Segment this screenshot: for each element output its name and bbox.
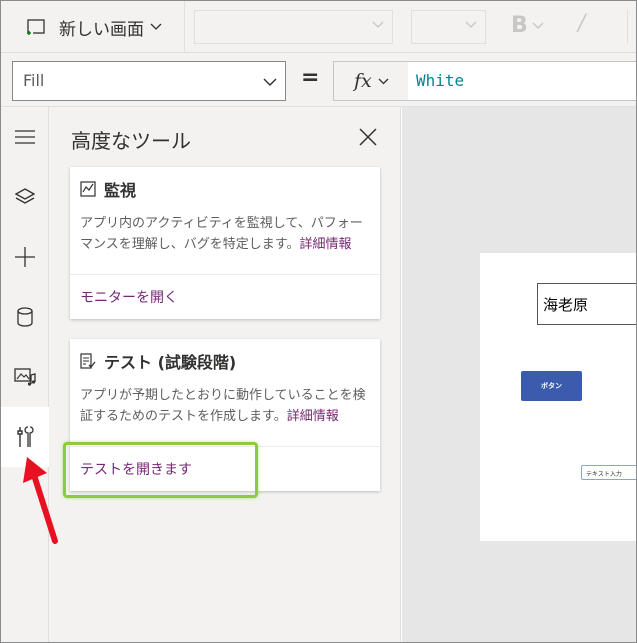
label-control[interactable]: 海老原 [537,283,636,325]
hamburger-menu-icon [15,130,35,144]
app-screen[interactable]: 海老原 ボタン テキスト入力 [480,253,636,541]
rail-item-tree-view[interactable] [1,167,49,227]
new-screen-button[interactable]: 新しい画面 [27,13,162,41]
red-arrow-icon [23,457,58,544]
chevron-down-icon [372,21,384,28]
chevron-down-icon [465,21,477,28]
test-learn-more-link[interactable]: 詳細情報 [287,409,339,424]
test-card-header: テスト (試験段階) [80,349,236,373]
font-family-dropdown[interactable] [194,10,393,44]
design-canvas: 海老原 ボタン テキスト入力 [402,107,636,642]
chevron-down-icon [150,23,162,30]
equals-sign: = [301,65,320,90]
rail-item-insert[interactable] [1,227,49,287]
plus-icon [15,247,35,267]
highlight-box [63,442,258,498]
chevron-down-icon [378,78,389,84]
test-card-description: アプリが予期したとおりに動作していることを検証するためのテストを作成します。詳細… [80,385,372,427]
bold-button[interactable]: B [511,13,528,38]
new-screen-icon [27,19,45,36]
new-screen-label: 新しい画面 [59,19,144,40]
left-rail [1,107,49,642]
italic-button[interactable]: / [578,11,585,36]
formula-bar: Fill = fx White [1,53,636,107]
media-icon [14,368,36,386]
advanced-tools-icon [17,426,34,447]
fx-button[interactable]: fx [333,61,409,101]
test-clipboard-icon [80,352,96,369]
formula-input[interactable]: White [408,61,636,101]
command-toolbar: 新しい画面 B / [1,1,636,53]
text-input-control[interactable]: テキスト入力 [581,465,636,480]
monitor-learn-more-link[interactable]: 詳細情報 [299,237,351,252]
property-dropdown[interactable]: Fill [12,61,286,101]
toolbar-divider [184,1,185,53]
close-icon[interactable] [359,128,377,146]
monitor-chart-icon [80,181,96,197]
app-window: 新しい画面 B / Fill = fx White 高度なツール 監視 アプリ内… [0,0,637,643]
layers-icon [15,188,35,204]
chevron-down-icon [263,78,277,86]
rail-item-data[interactable] [1,287,49,347]
monitor-card: 監視 アプリ内のアクティビティを監視して、パフォーマンスを理解し、バグを特定しま… [70,167,380,319]
toolbar-divider [627,10,628,44]
database-icon [17,307,33,327]
open-monitor-link[interactable]: モニターを開く [80,287,178,307]
rail-item-menu[interactable] [1,107,49,167]
advanced-tools-panel: 高度なツール 監視 アプリ内のアクティビティを監視して、パフォーマンスを理解し、… [49,107,401,642]
chevron-down-icon[interactable] [532,22,544,30]
fx-icon: fx [354,70,372,92]
monitor-card-title: 監視 [104,181,137,200]
font-size-dropdown[interactable] [411,10,486,44]
test-card-title: テスト (試験段階) [104,353,237,372]
property-value: Fill [23,71,45,90]
rail-item-media[interactable] [1,347,49,407]
monitor-card-description: アプリ内のアクティビティを監視して、パフォーマンスを理解し、バグを特定します。詳… [80,213,372,255]
panel-title: 高度なツール [71,129,191,153]
monitor-card-header: 監視 [80,177,136,201]
button-control[interactable]: ボタン [521,371,582,401]
card-divider [70,274,380,275]
